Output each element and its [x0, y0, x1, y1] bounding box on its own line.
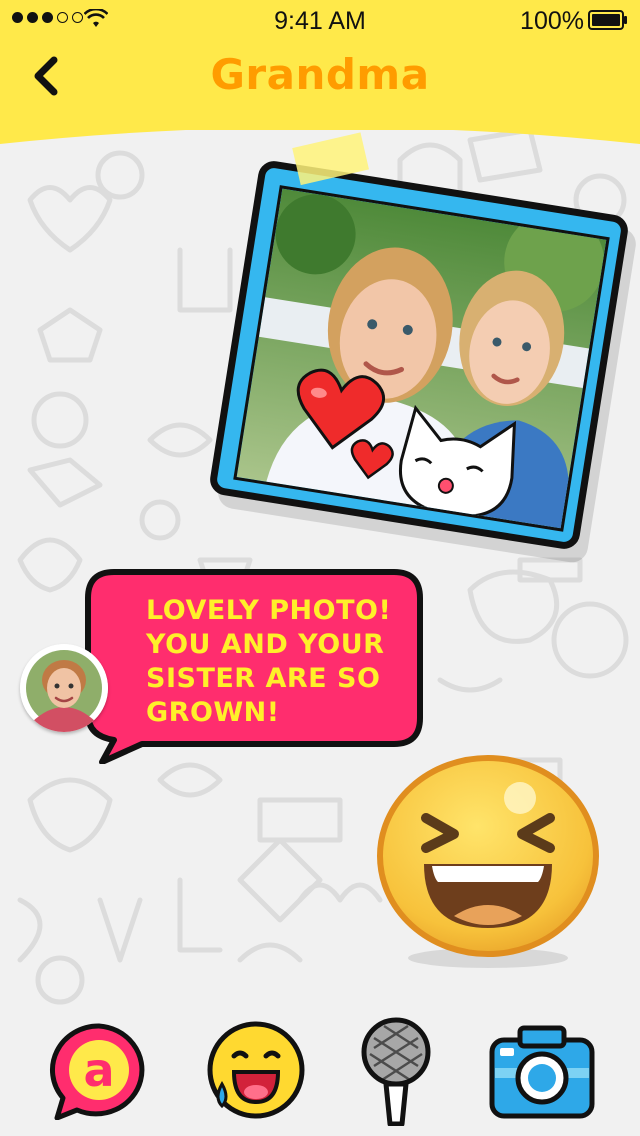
text-tool-letter: a — [83, 1043, 114, 1097]
camera-icon[interactable] — [486, 1018, 598, 1122]
message-line: GROWN! — [146, 697, 280, 728]
status-bar: 9:41 AM 100% — [0, 0, 640, 40]
avatar[interactable] — [20, 644, 108, 732]
message-bubble[interactable]: LOVELY PHOTO! YOU AND YOUR SISTER ARE SO… — [84, 568, 424, 765]
avatar-image — [20, 644, 108, 732]
microphone-icon[interactable] — [348, 1014, 444, 1126]
page-title: Grandma — [210, 50, 430, 99]
message-line: LOVELY PHOTO! — [146, 595, 392, 626]
battery-icon — [588, 10, 627, 30]
message-line: YOU AND YOUR — [146, 629, 385, 660]
text-bubble-icon[interactable]: a — [44, 1020, 154, 1120]
chat-screen: 9:41 AM 100% Grandma LOVELY PHOTO! YOU A… — [0, 0, 640, 1136]
photo-illustration — [236, 188, 607, 529]
message-line: SISTER ARE SO — [146, 663, 381, 694]
battery-percent: 100% — [520, 7, 584, 35]
emoji-icon[interactable] — [204, 1018, 308, 1122]
laughing-face-icon[interactable] — [370, 752, 606, 972]
bottom-toolbar: a — [0, 1000, 640, 1136]
shared-photo-card[interactable] — [207, 132, 631, 552]
message-text: LOVELY PHOTO! YOU AND YOUR SISTER ARE SO… — [146, 594, 416, 730]
photo-frame — [207, 158, 631, 552]
shared-photo[interactable] — [233, 185, 610, 532]
chat-header: Grandma — [0, 40, 640, 130]
